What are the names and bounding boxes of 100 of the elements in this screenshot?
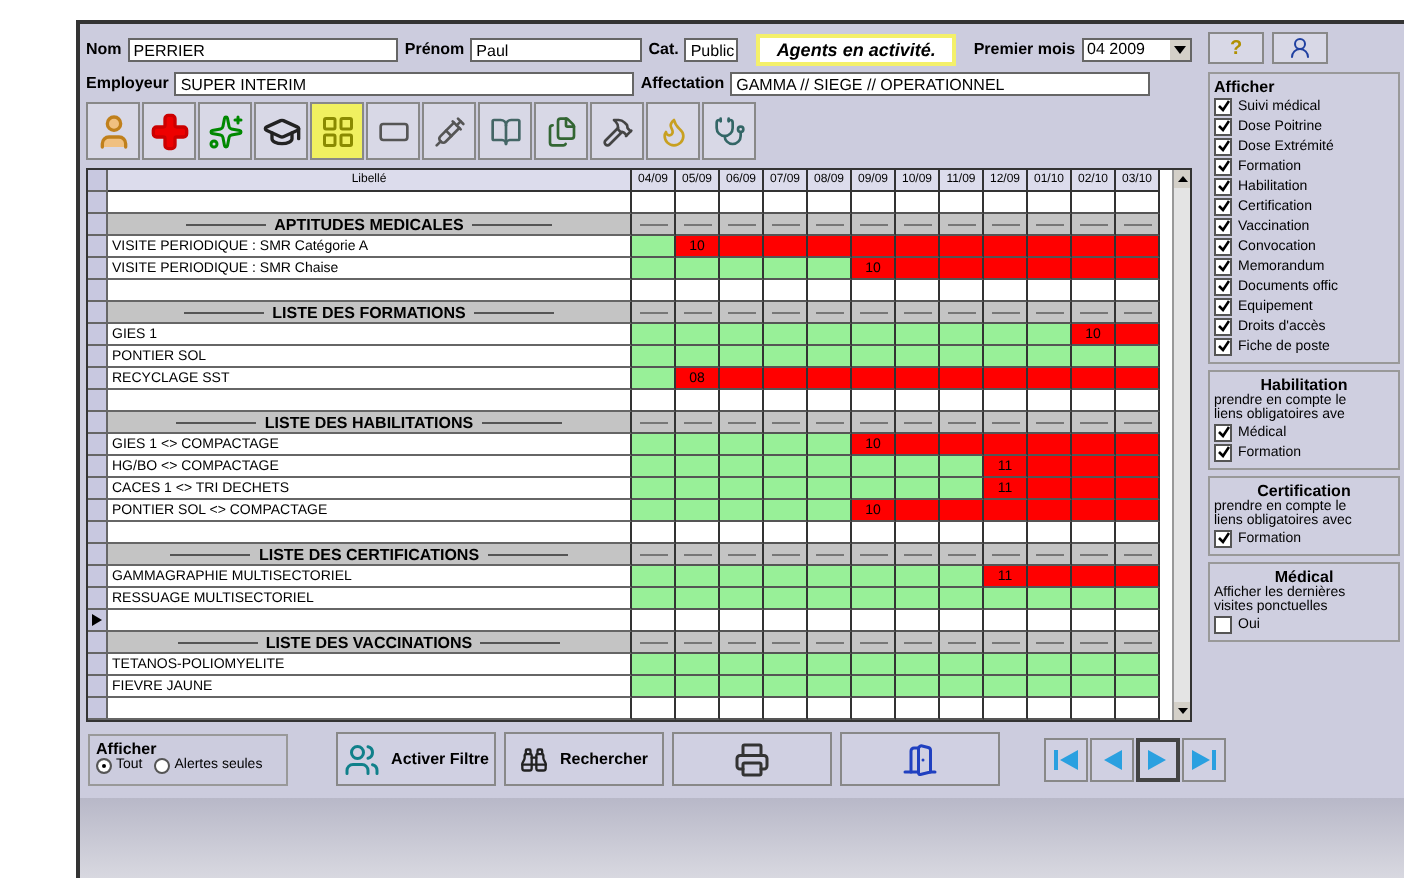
section-cell — [720, 544, 764, 566]
month-dropdown[interactable]: 04 2009 — [1081, 37, 1192, 61]
section-cell — [1072, 214, 1116, 236]
section-cell — [984, 214, 1028, 236]
section-cell — [764, 302, 808, 324]
employeur-label: Employeur — [86, 74, 169, 92]
section-cell — [1116, 302, 1160, 324]
caret-icon — [1174, 45, 1186, 53]
section-cell — [1072, 302, 1116, 324]
section-cell — [1072, 412, 1116, 434]
section-cell — [632, 302, 676, 324]
toolbar-button[interactable] — [590, 102, 644, 160]
last-record-icon — [1190, 747, 1218, 771]
binoculars-icon — [519, 745, 548, 773]
section-cell — [1116, 214, 1160, 236]
section-cell — [984, 544, 1028, 566]
section-cell — [676, 302, 720, 324]
section-cell — [896, 302, 940, 324]
section-cell — [984, 632, 1028, 654]
section-cell — [1116, 544, 1160, 566]
next-button[interactable] — [1136, 737, 1180, 781]
section-cell — [808, 214, 852, 236]
section-cell — [896, 544, 940, 566]
section-cell — [1028, 632, 1072, 654]
user-button[interactable] — [1272, 32, 1328, 64]
group-title: Afficher — [96, 739, 159, 757]
current-row-icon — [92, 614, 102, 626]
nom-field[interactable]: PERRIER — [127, 37, 399, 61]
section-cell — [940, 412, 984, 434]
scroll-down-icon[interactable] — [1177, 708, 1187, 714]
section-cell — [632, 214, 676, 236]
section-cell — [940, 544, 984, 566]
toolbar-button[interactable] — [254, 102, 308, 160]
section-cell — [720, 214, 764, 236]
section-cell — [1072, 544, 1116, 566]
toolbar-button[interactable] — [366, 102, 420, 160]
section-cell — [852, 544, 896, 566]
section-header: LISTE DES FORMATIONS — [108, 302, 632, 324]
check-icon — [1217, 532, 1229, 544]
book-icon — [489, 115, 521, 147]
section-cell — [896, 412, 940, 434]
group-title: Médical — [1272, 568, 1334, 586]
section-cell — [1072, 632, 1116, 654]
section-cell — [676, 412, 720, 434]
toolbar-button[interactable] — [534, 102, 588, 160]
prenom-field[interactable]: Paul — [470, 37, 643, 61]
section-cell — [852, 412, 896, 434]
section-cell — [676, 544, 720, 566]
syringe-icon — [433, 115, 465, 147]
sparkle-icon — [207, 113, 243, 149]
exit-button[interactable] — [840, 732, 1000, 786]
section-cell — [764, 632, 808, 654]
door-icon — [902, 741, 938, 777]
section-cell — [632, 544, 676, 566]
section-cell — [984, 302, 1028, 324]
next-icon — [1146, 747, 1170, 771]
section-cell — [1028, 214, 1072, 236]
section-cell — [808, 544, 852, 566]
first-record-icon — [1052, 747, 1080, 771]
section-cell — [764, 214, 808, 236]
employeur-field[interactable]: SUPER INTERIM — [174, 71, 635, 95]
section-cell — [764, 544, 808, 566]
grid-icon — [319, 113, 355, 149]
section-cell — [852, 302, 896, 324]
prenom-label: Prénom — [404, 40, 465, 58]
section-cell — [896, 632, 940, 654]
stethoscope-icon — [713, 115, 745, 147]
scroll-up-icon[interactable] — [1177, 176, 1187, 182]
section-cell — [676, 214, 720, 236]
section-cell — [984, 412, 1028, 434]
search-button[interactable]: Rechercher — [504, 732, 664, 786]
section-cell — [720, 302, 764, 324]
section-header: LISTE DES CERTIFICATIONS — [108, 544, 632, 566]
filter-button[interactable]: Activer Filtre — [336, 732, 496, 786]
affectation-label: Affectation — [640, 74, 725, 92]
cat-label: Cat. — [648, 40, 679, 58]
section-cell — [896, 214, 940, 236]
flame-icon — [657, 115, 689, 147]
previous-icon — [1100, 747, 1124, 771]
files-icon — [545, 115, 577, 147]
scrollbar[interactable] — [1172, 170, 1190, 720]
section-header: LISTE DES HABILITATIONS — [108, 412, 632, 434]
section-cell — [940, 632, 984, 654]
printer-icon — [734, 741, 770, 777]
cat-field[interactable]: Public — [684, 37, 739, 61]
section-cell — [720, 632, 764, 654]
section-cell — [1028, 412, 1072, 434]
affectation-field[interactable]: GAMMA // SIEGE // OPERATIONNEL — [730, 71, 1151, 95]
toolbar-button[interactable] — [422, 102, 476, 160]
section-cell — [808, 412, 852, 434]
section-cell — [1116, 632, 1160, 654]
section-cell — [720, 412, 764, 434]
print-button[interactable] — [672, 732, 832, 786]
section-cell — [764, 412, 808, 434]
first-record-button[interactable] — [1044, 737, 1088, 781]
group-title: Habilitation — [1260, 376, 1350, 394]
section-cell — [632, 412, 676, 434]
section-cell — [808, 302, 852, 324]
section-header: APTITUDES MEDICALES — [108, 214, 632, 236]
section-cell — [1116, 412, 1160, 434]
